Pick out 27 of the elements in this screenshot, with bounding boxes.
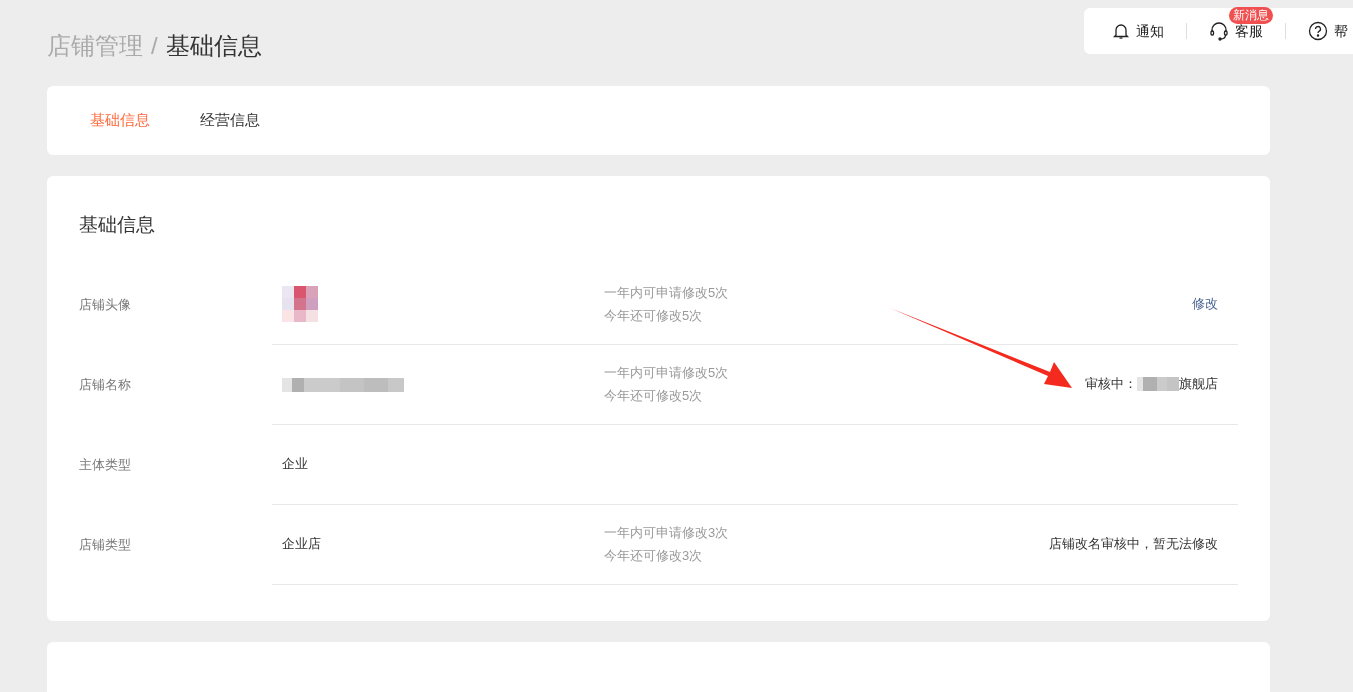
status-text: 店铺改名审核中，暂无法修改 [1049, 535, 1218, 554]
section-title: 基础信息 [79, 213, 156, 237]
edit-link[interactable]: 修改 [1192, 294, 1218, 314]
limit-note: 今年还可修改5次 [604, 387, 704, 405]
new-message-badge: 新消息 [1229, 6, 1273, 24]
field-label: 店铺类型 [79, 535, 132, 554]
blurred-text [1137, 377, 1179, 391]
field-value: 企业店 [282, 536, 321, 552]
field-label: 店铺头像 [79, 295, 132, 314]
tab[interactable]: 经营信息 [200, 109, 260, 132]
field-label: 店铺名称 [79, 375, 132, 394]
limit-note: 今年还可修改5次 [604, 307, 704, 325]
limit-note: 一年内可申请修改3次 [604, 523, 729, 542]
limit-note: 今年还可修改3次 [604, 547, 704, 565]
bell-icon [1112, 22, 1130, 40]
page-title: 基础信息 [165, 31, 262, 61]
help-icon [1308, 21, 1328, 41]
toolbar-button[interactable]: 帮 [1308, 20, 1348, 42]
limit-note: 一年内可申请修改5次 [604, 283, 729, 302]
status-prefix: 审核中： [1085, 375, 1137, 394]
status-suffix: 旗舰店 [1179, 375, 1218, 394]
headset-icon [1209, 21, 1229, 41]
field-label: 主体类型 [79, 455, 132, 474]
breadcrumb-separator: / [151, 31, 158, 61]
toolbar-button[interactable]: 通知 [1112, 20, 1164, 42]
limit-note: 一年内可申请修改5次 [604, 363, 729, 382]
field-value: 企业 [282, 456, 308, 472]
